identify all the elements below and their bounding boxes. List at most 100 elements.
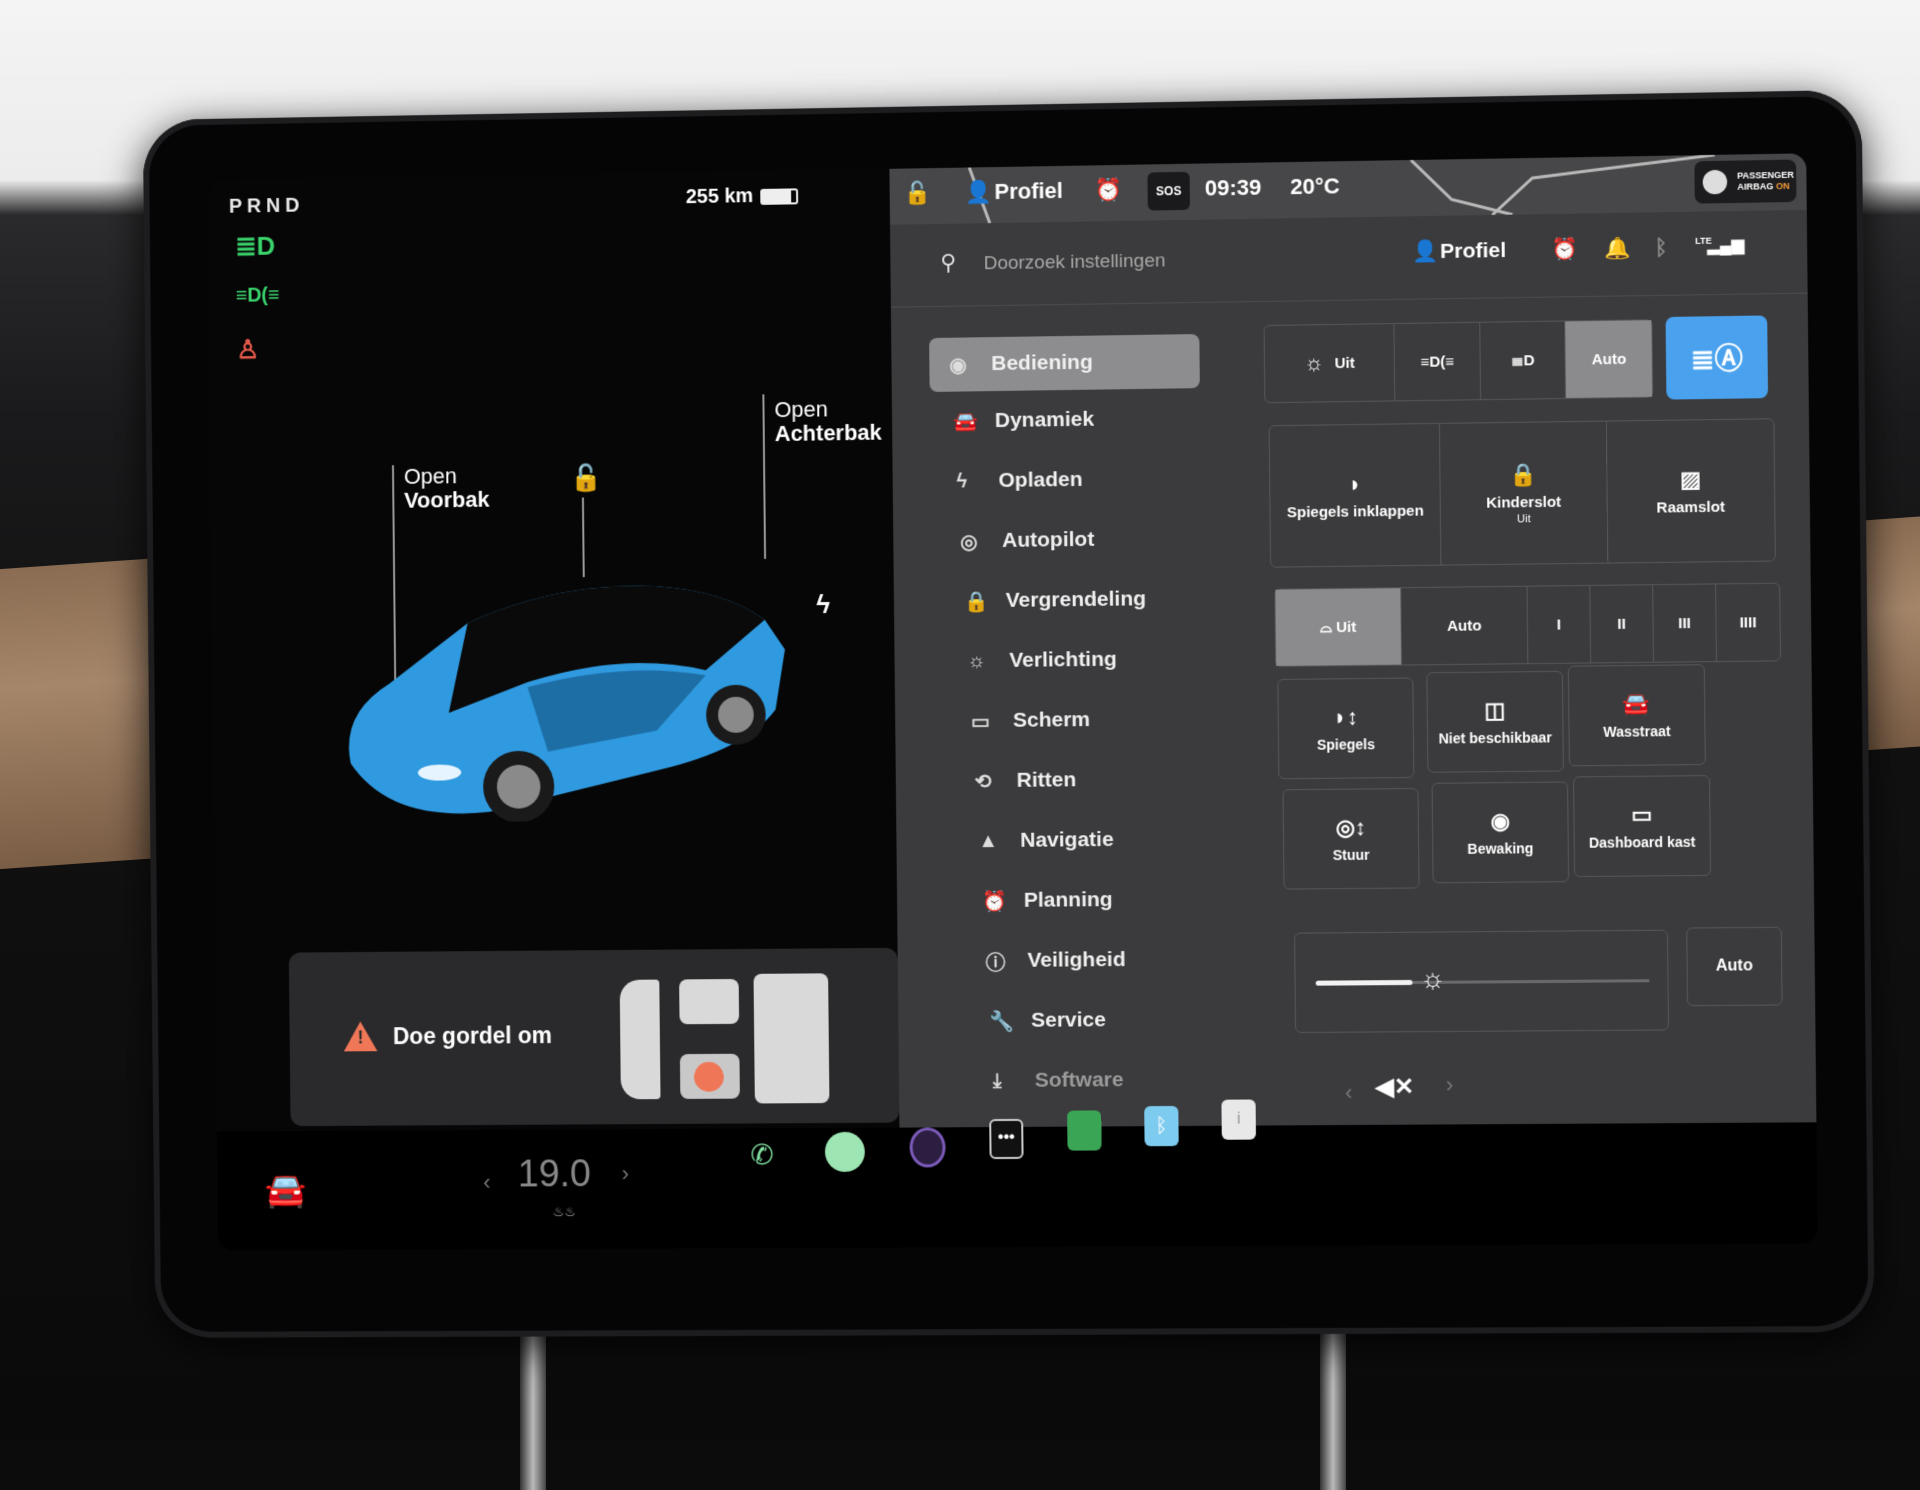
open-frunk-button[interactable]: Open Voorbak: [404, 464, 490, 513]
bolt-icon: ϟ: [956, 470, 998, 494]
seat-front-right: [680, 1054, 740, 1099]
alert-message: Doe gordel om: [393, 1022, 552, 1050]
volume-down-button[interactable]: ‹: [1345, 1080, 1353, 1106]
nav-item-label: Vergrendeling: [1006, 587, 1146, 613]
taskbar: 🚘 ‹ 19.0 › ♨♨ ✆ ••• ᛒ i ‹ ◀✕ ›: [217, 1122, 1818, 1250]
alert-icon: ⓘ: [985, 946, 1027, 975]
camera-app-icon[interactable]: [909, 1127, 945, 1167]
trunk-line2: Achterbak: [775, 421, 882, 446]
nav-item-bediening[interactable]: ◉Bediening: [929, 334, 1200, 392]
wiper-option-i[interactable]: I: [1528, 586, 1592, 663]
window-lock-label: Raamslot: [1656, 498, 1725, 516]
download-icon: ⤓: [993, 1069, 1035, 1092]
steering-wheel-icon: ◎: [960, 528, 1002, 554]
trips-icon: ⟲: [975, 768, 1017, 793]
temp-up-button[interactable]: ›: [622, 1161, 630, 1187]
bluetooth-app-icon[interactable]: ᛒ: [1144, 1106, 1179, 1146]
stocks-app-icon[interactable]: [1067, 1110, 1101, 1150]
tile-label: Dashboard kast: [1589, 834, 1696, 851]
nav-item-veiligheid[interactable]: ⓘVeiligheid: [965, 929, 1206, 991]
low-beam-icon: ≣D: [1511, 351, 1535, 369]
nav-item-navigatie[interactable]: ▲Navigatie: [958, 809, 1205, 871]
gear-selector[interactable]: PRND: [229, 195, 305, 219]
nav-item-label: Verlichting: [1009, 648, 1117, 673]
charge-port-icon[interactable]: ϟ: [816, 589, 830, 620]
search-input[interactable]: Doorzoek instellingen: [984, 250, 1166, 274]
lock-status-icon[interactable]: 🔓: [904, 180, 932, 206]
profile-link[interactable]: Profiel: [1440, 239, 1506, 264]
profile-button[interactable]: Profiel: [994, 178, 1063, 205]
lights-off-button[interactable]: ☼Uit: [1265, 324, 1396, 402]
nav-item-software[interactable]: ⤓Software: [972, 1050, 1207, 1112]
nav-item-dynamiek[interactable]: 🚘Dynamiek: [933, 388, 1201, 452]
phone-app-icon[interactable]: ✆: [750, 1138, 774, 1171]
alarm-icon[interactable]: ⏰: [1551, 238, 1578, 263]
tile-spiegels[interactable]: ◗↕Spiegels: [1277, 677, 1414, 779]
nav-item-autopilot[interactable]: ◎Autopilot: [940, 508, 1202, 571]
nav-item-opladen[interactable]: ϟOpladen: [936, 448, 1201, 512]
volume-muted-icon[interactable]: ◀✕: [1375, 1072, 1414, 1101]
parking-lights-button[interactable]: ≡D(≡: [1395, 323, 1481, 401]
tile-stuur[interactable]: ◎↕Stuur: [1282, 788, 1419, 890]
mirror-icon: ◗: [1348, 471, 1362, 497]
wiper-option-iiii[interactable]: IIII: [1716, 584, 1780, 661]
bluetooth-icon[interactable]: ᛒ: [1655, 236, 1668, 260]
temp-down-button[interactable]: ‹: [483, 1170, 491, 1196]
sos-button[interactable]: SOS: [1147, 172, 1190, 211]
seat-heater-icon[interactable]: ♨♨: [553, 1204, 576, 1220]
nav-item-label: Veiligheid: [1027, 948, 1125, 973]
tile-label: Wasstraat: [1603, 723, 1671, 740]
display-icon: ▭: [971, 708, 1013, 733]
unlock-icon[interactable]: 🔓: [570, 462, 602, 493]
tile-bewaking[interactable]: ◉Bewaking: [1432, 781, 1570, 883]
seatbelt-alert: ! Doe gordel om: [289, 948, 900, 1126]
auto-high-beam-button[interactable]: ≣Ⓐ: [1666, 315, 1768, 399]
wiper-option-iii[interactable]: III: [1653, 584, 1717, 661]
brightness-slider[interactable]: ☼: [1294, 930, 1669, 1033]
wiper-option-uit[interactable]: ⌓ Uit: [1275, 588, 1402, 666]
brightness-icon[interactable]: ☼: [1420, 963, 1446, 995]
touchscreen: PRND ≣D ≡D(≡ ♙ 255 km Open Voorbak Open …: [207, 153, 1818, 1250]
child-lock-state: Uit: [1517, 513, 1531, 525]
wrench-icon: 🔧: [989, 1008, 1031, 1033]
settings-search[interactable]: ⚲ Doorzoek instellingen: [940, 246, 1165, 276]
volume-up-button[interactable]: ›: [1446, 1072, 1454, 1098]
tile-dashboard-kast[interactable]: ▭Dashboard kast: [1573, 775, 1711, 877]
nav-item-service[interactable]: 🔧Service: [969, 990, 1207, 1052]
low-beam-button[interactable]: ≣D: [1480, 321, 1566, 399]
open-trunk-button[interactable]: Open Achterbak: [774, 397, 882, 446]
alarm-icon[interactable]: ⏰: [1094, 177, 1122, 203]
wiper-option-auto[interactable]: Auto: [1401, 587, 1528, 665]
window-lock-button[interactable]: ▨ Raamslot: [1606, 419, 1774, 562]
wiper-option-ii[interactable]: II: [1590, 585, 1654, 662]
brightness-auto-button[interactable]: Auto: [1686, 927, 1782, 1006]
cabin-temperature: 19.0: [518, 1153, 592, 1196]
info-app-icon[interactable]: i: [1221, 1099, 1256, 1139]
nav-item-scherm[interactable]: ▭Scherm: [951, 689, 1204, 752]
tile-niet-beschikbaar[interactable]: ◫Niet beschikbaar: [1426, 671, 1564, 773]
signal-icon: ▂▄▆: [1707, 235, 1744, 256]
nav-item-ritten[interactable]: ⟲Ritten: [954, 749, 1204, 811]
user-icon: 👤: [964, 179, 992, 205]
window-lock-icon: ▨: [1680, 466, 1701, 492]
seatbelt-warning-icon: [694, 1062, 724, 1092]
notification-bell-icon[interactable]: 🔔: [1604, 237, 1631, 262]
lights-auto-button[interactable]: Auto: [1566, 320, 1653, 398]
alarm-icon: ⏰: [982, 888, 1024, 913]
auto-high-beam-icon: ≣Ⓐ: [1690, 337, 1743, 378]
settings-nav: ◉Bediening🚘DynamiekϟOpladen◎Autopilot🔒Ve…: [929, 334, 1207, 1111]
more-apps-icon[interactable]: •••: [989, 1119, 1023, 1159]
nav-item-planning[interactable]: ⏰Planning: [962, 869, 1206, 931]
spotify-app-icon[interactable]: [825, 1132, 865, 1172]
nav-item-vergrendeling[interactable]: 🔒Vergrendeling: [944, 569, 1203, 632]
nav-item-verlichting[interactable]: ☼Verlichting: [947, 629, 1203, 692]
nav-item-label: Planning: [1024, 888, 1113, 913]
car-panel: PRND ≣D ≡D(≡ ♙ 255 km Open Voorbak Open …: [207, 169, 899, 1132]
battery-icon: [760, 188, 798, 205]
fold-mirrors-button[interactable]: ◗Spiegels inklappen: [1270, 424, 1442, 567]
child-lock-button[interactable]: 🔒KinderslotUit: [1440, 422, 1608, 565]
seatbelt-warning-icon: ♙: [236, 334, 259, 365]
tile-wasstraat[interactable]: 🚘Wasstraat: [1568, 664, 1706, 766]
child-lock-icon: 🔒: [1509, 461, 1537, 488]
car-icon[interactable]: 🚘: [265, 1171, 307, 1211]
